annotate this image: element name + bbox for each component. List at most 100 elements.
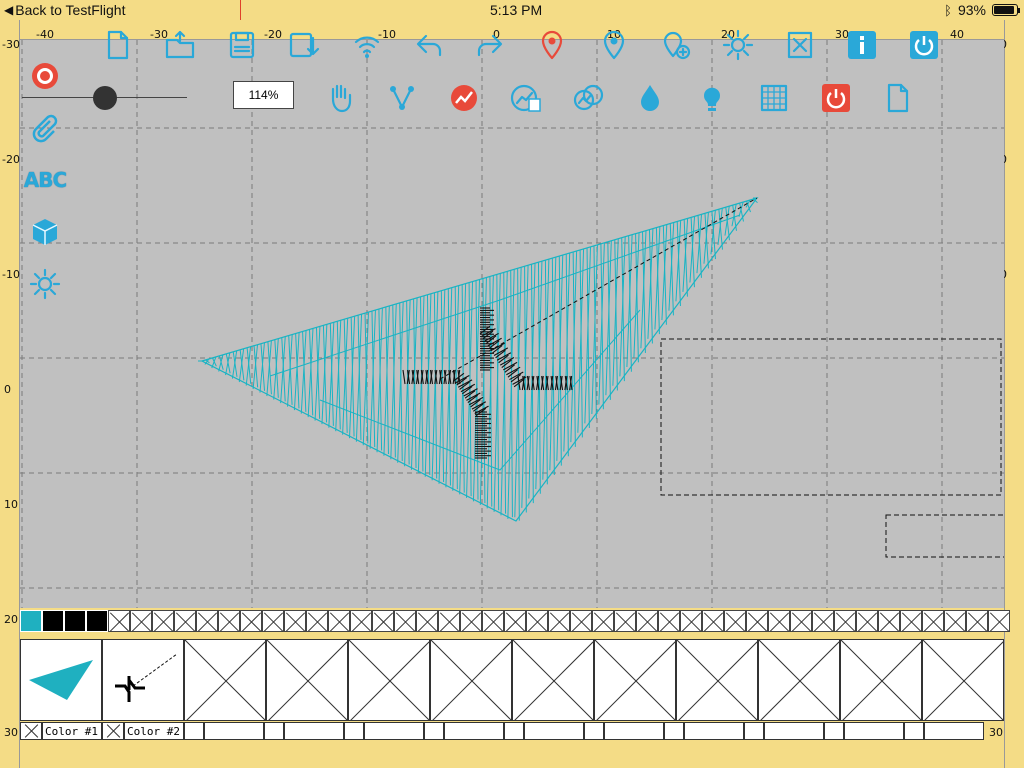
palette-swatch-empty[interactable]: [152, 610, 174, 632]
palette-swatch-empty[interactable]: [218, 610, 240, 632]
palette-swatch-empty[interactable]: [614, 610, 636, 632]
palette-swatch-empty[interactable]: [834, 610, 856, 632]
palette-swatch-empty[interactable]: [966, 610, 988, 632]
color-enable-checkbox-empty[interactable]: [824, 722, 844, 740]
color-thumbnail-empty[interactable]: [348, 639, 430, 721]
palette-swatch-empty[interactable]: [130, 610, 152, 632]
zoom-slider-knob[interactable]: [92, 86, 117, 110]
power-off-icon[interactable]: [819, 81, 853, 115]
color-enable-checkbox-empty[interactable]: [424, 722, 444, 740]
map-pin-icon[interactable]: [597, 28, 631, 62]
color-thumbnail-empty[interactable]: [676, 639, 758, 721]
new-file-icon[interactable]: [101, 28, 135, 62]
palette-swatch-empty[interactable]: [438, 610, 460, 632]
record-target-icon[interactable]: [28, 59, 62, 93]
palette-swatch-empty[interactable]: [988, 610, 1010, 632]
palette-swatch-empty[interactable]: [746, 610, 768, 632]
palette-swatch-empty[interactable]: [416, 610, 438, 632]
color-enable-checkbox[interactable]: [102, 722, 124, 740]
color-enable-checkbox-empty[interactable]: [264, 722, 284, 740]
color-enable-checkbox-empty[interactable]: [584, 722, 604, 740]
palette-swatch-empty[interactable]: [790, 610, 812, 632]
color-thumbnail[interactable]: [20, 639, 102, 721]
cube-3d-icon[interactable]: [28, 215, 62, 249]
undo-icon[interactable]: [412, 28, 446, 62]
palette-swatch-empty[interactable]: [328, 610, 350, 632]
color-enable-checkbox-empty[interactable]: [344, 722, 364, 740]
paperclip-icon[interactable]: [28, 111, 62, 145]
color-thumbnail-empty[interactable]: [922, 639, 1004, 721]
palette-swatch-empty[interactable]: [856, 610, 878, 632]
color-thumbnail-empty[interactable]: [266, 639, 348, 721]
save-icon[interactable]: [225, 28, 259, 62]
color-enable-checkbox-empty[interactable]: [184, 722, 204, 740]
hand-pan-icon[interactable]: [323, 81, 357, 115]
palette-swatch-empty[interactable]: [262, 610, 284, 632]
palette-swatch-empty[interactable]: [240, 610, 262, 632]
power-icon[interactable]: [907, 28, 941, 62]
color-enable-checkbox[interactable]: [20, 722, 42, 740]
link-shapes-icon[interactable]: [571, 81, 605, 115]
palette-swatch[interactable]: [20, 610, 42, 632]
color-drop-icon[interactable]: [633, 81, 667, 115]
node-edit-icon[interactable]: [385, 81, 419, 115]
stitch-path-icon[interactable]: [447, 81, 481, 115]
color-enable-checkbox-empty[interactable]: [664, 722, 684, 740]
palette-swatch-empty[interactable]: [922, 610, 944, 632]
save-as-icon[interactable]: [287, 28, 321, 62]
color-thumbnail-empty[interactable]: [758, 639, 840, 721]
color-thumbnail-empty[interactable]: [430, 639, 512, 721]
palette-swatch-empty[interactable]: [900, 610, 922, 632]
text-abc-icon[interactable]: ABC: [24, 163, 67, 197]
palette-swatch[interactable]: [86, 610, 108, 632]
add-pin-icon[interactable]: [659, 28, 693, 62]
palette-swatch-empty[interactable]: [526, 610, 548, 632]
palette-swatch-empty[interactable]: [592, 610, 614, 632]
palette-swatch-empty[interactable]: [482, 610, 504, 632]
palette-swatch[interactable]: [64, 610, 86, 632]
palette-swatch[interactable]: [42, 610, 64, 632]
design-canvas[interactable]: [20, 40, 1004, 608]
palette-swatch-empty[interactable]: [658, 610, 680, 632]
color-thumbnail-empty[interactable]: [594, 639, 676, 721]
wifi-icon[interactable]: [350, 28, 384, 62]
grid-icon[interactable]: [757, 81, 791, 115]
color-thumbnail[interactable]: [102, 639, 184, 721]
palette-swatch-empty[interactable]: [394, 610, 416, 632]
palette-swatch-empty[interactable]: [372, 610, 394, 632]
palette-swatch-empty[interactable]: [702, 610, 724, 632]
redo-icon[interactable]: [473, 28, 507, 62]
palette-swatch-empty[interactable]: [284, 610, 306, 632]
palette-swatch-empty[interactable]: [174, 610, 196, 632]
palette-swatch-empty[interactable]: [350, 610, 372, 632]
color-enable-checkbox-empty[interactable]: [504, 722, 524, 740]
palette-swatch-empty[interactable]: [570, 610, 592, 632]
color-thumbnail-empty[interactable]: [840, 639, 922, 721]
close-document-icon[interactable]: [783, 28, 817, 62]
palette-swatch-empty[interactable]: [680, 610, 702, 632]
location-pin-icon[interactable]: [535, 28, 569, 62]
palette-swatch-empty[interactable]: [636, 610, 658, 632]
palette-swatch-empty[interactable]: [306, 610, 328, 632]
palette-swatch-empty[interactable]: [196, 610, 218, 632]
palette-swatch-empty[interactable]: [548, 610, 570, 632]
palette-swatch-empty[interactable]: [460, 610, 482, 632]
back-to-testflight-link[interactable]: ◀ Back to TestFlight: [4, 2, 125, 18]
info-icon[interactable]: [845, 28, 879, 62]
color-thumbnail-empty[interactable]: [184, 639, 266, 721]
color-enable-checkbox-empty[interactable]: [904, 722, 924, 740]
color-enable-checkbox-empty[interactable]: [744, 722, 764, 740]
zoom-level-field[interactable]: 114%: [233, 81, 294, 109]
small-gear-icon[interactable]: [28, 267, 62, 301]
chart-document-icon[interactable]: [509, 81, 543, 115]
palette-swatch-empty[interactable]: [878, 610, 900, 632]
palette-swatch-empty[interactable]: [724, 610, 746, 632]
open-folder-icon[interactable]: [163, 28, 197, 62]
palette-swatch-empty[interactable]: [108, 610, 130, 632]
blank-page-icon[interactable]: [881, 81, 915, 115]
lightbulb-icon[interactable]: [695, 81, 729, 115]
palette-swatch-empty[interactable]: [768, 610, 790, 632]
settings-gear-icon[interactable]: [721, 28, 755, 62]
palette-swatch-empty[interactable]: [504, 610, 526, 632]
palette-swatch-empty[interactable]: [812, 610, 834, 632]
